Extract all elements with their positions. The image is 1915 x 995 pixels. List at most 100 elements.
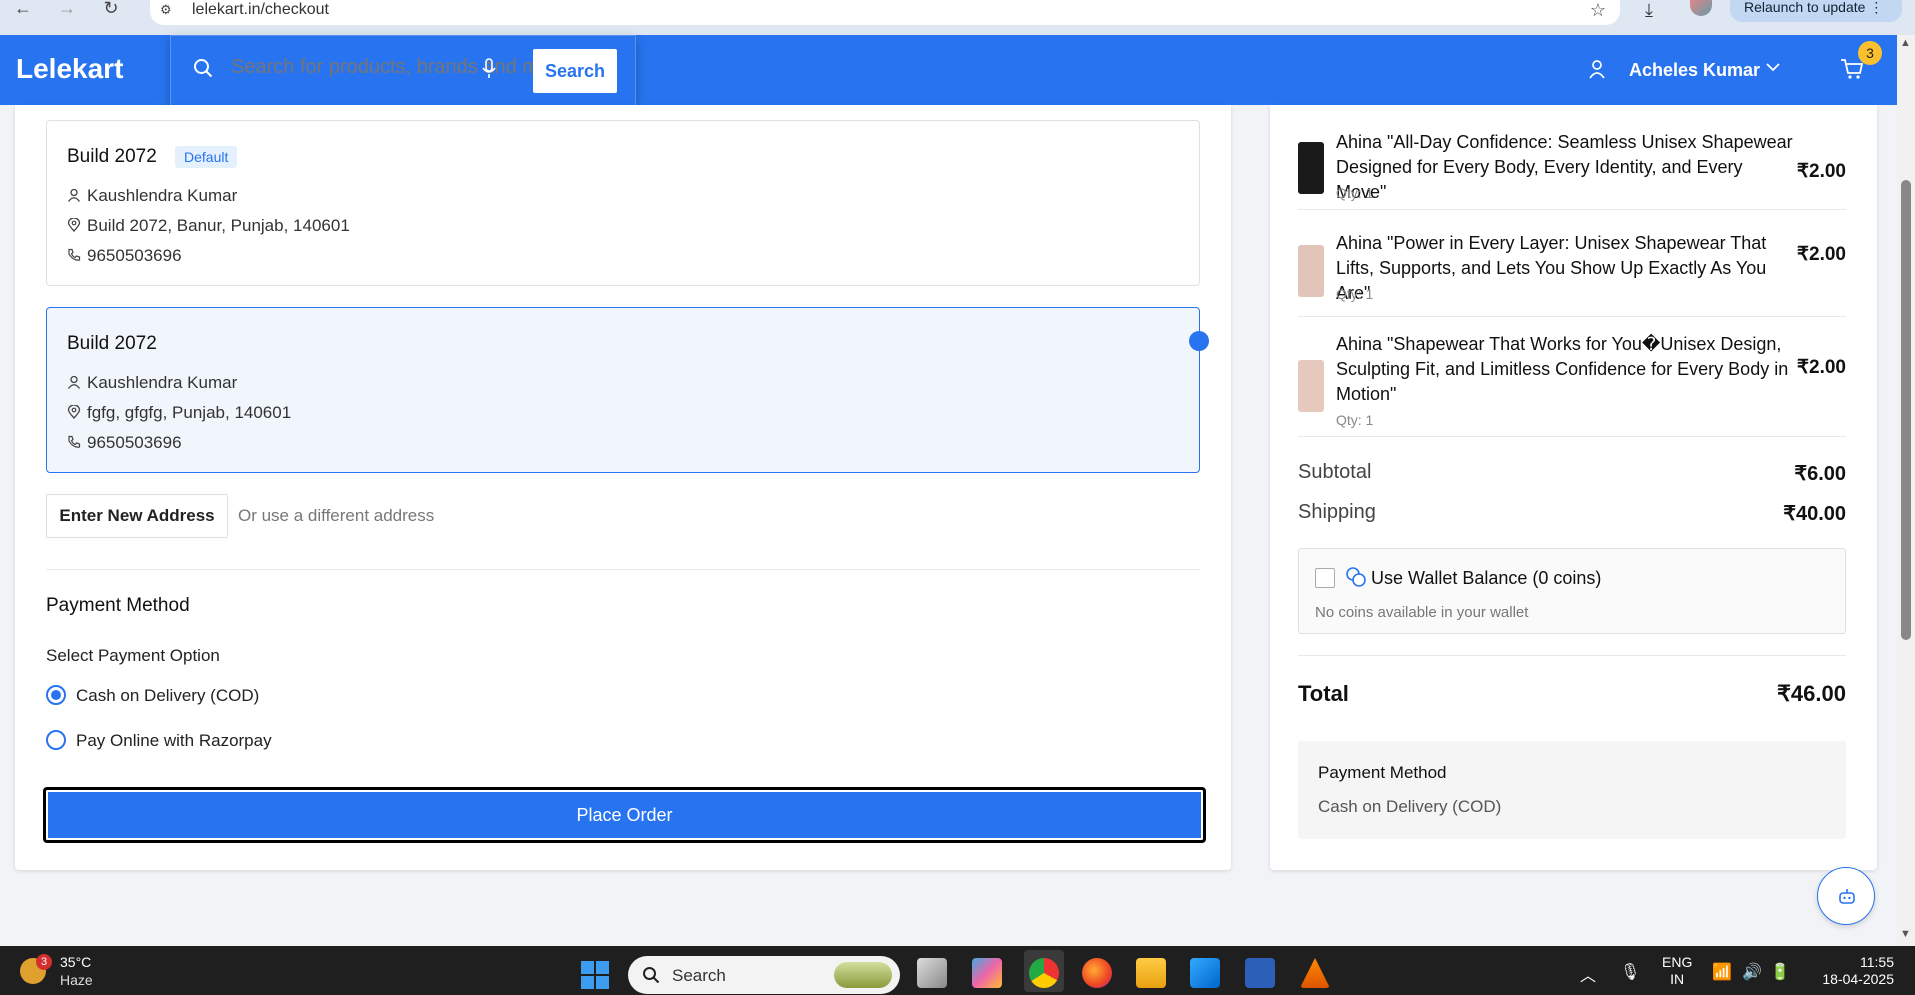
microphone-icon[interactable] xyxy=(482,58,496,80)
url-text[interactable]: lelekart.in/checkout xyxy=(192,1,329,19)
address-card[interactable]: Build 2072 Default Kaushlendra Kumar Bui… xyxy=(46,120,1200,286)
address-title: Build 2072 xyxy=(67,146,157,167)
volume-icon[interactable]: 🔊 xyxy=(1742,962,1762,982)
vlc-icon[interactable] xyxy=(1300,958,1330,988)
payment-method-heading: Payment Method xyxy=(46,595,190,616)
enter-new-address-button[interactable]: Enter New Address xyxy=(46,494,228,538)
robot-icon xyxy=(1839,889,1855,904)
reload-icon[interactable]: ↻ xyxy=(100,0,122,18)
order-summary-panel: Ahina "All-Day Confidence: Seamless Unis… xyxy=(1270,105,1877,870)
payment-option-label: Cash on Delivery (COD) xyxy=(76,686,260,705)
weather-widget[interactable]: 3 35°C Haze xyxy=(20,954,120,990)
checkout-panel: Build 2072 Default Kaushlendra Kumar Bui… xyxy=(15,105,1231,870)
place-order-button[interactable]: Place Order xyxy=(43,787,1206,843)
shipping-row: Shipping ₹40.00 xyxy=(1298,501,1846,525)
search-highlight-image xyxy=(834,962,892,988)
address-name: Kaushlendra Kumar xyxy=(87,186,238,205)
address-line-row: Build 2072, Banur, Punjab, 140601 xyxy=(67,216,350,236)
address-phone-row: 9650503696 xyxy=(67,433,182,453)
user-name: Acheles Kumar xyxy=(1629,60,1761,80)
phone-icon xyxy=(68,435,81,448)
default-badge: Default xyxy=(175,146,238,168)
profile-avatar[interactable] xyxy=(1690,0,1712,16)
site-logo[interactable]: Lelekart xyxy=(16,53,123,85)
address-line: fgfg, gfgfg, Punjab, 140601 xyxy=(87,403,292,422)
address-line: Build 2072, Banur, Punjab, 140601 xyxy=(87,216,350,235)
user-icon xyxy=(1589,60,1605,79)
total-value: ₹46.00 xyxy=(1776,681,1846,706)
product-qty: Qty: 1 xyxy=(1336,185,1374,201)
temperature: 35°C xyxy=(60,954,92,970)
relaunch-button[interactable]: Relaunch to update ⋮ xyxy=(1730,0,1902,22)
subtotal-label: Subtotal xyxy=(1298,461,1372,483)
total-divider xyxy=(1298,655,1846,656)
different-address-hint: Or use a different address xyxy=(238,506,435,525)
payment-option-label: Pay Online with Razorpay xyxy=(76,731,272,750)
battery-icon[interactable]: 🔋 xyxy=(1770,962,1790,982)
search-button[interactable]: Search xyxy=(533,49,617,93)
search-icon xyxy=(643,967,660,984)
copilot-icon[interactable] xyxy=(972,958,1002,988)
product-price: ₹2.00 xyxy=(1796,244,1846,265)
clock-time: 11:55 xyxy=(1860,954,1894,970)
address-name-row: Kaushlendra Kumar xyxy=(67,373,237,393)
scrollbar-thumb[interactable] xyxy=(1901,180,1911,640)
wallet-note: No coins available in your wallet xyxy=(1315,604,1529,621)
product-thumbnail xyxy=(1298,245,1324,297)
app-header: Lelekart Search Acheles Kumar 3 xyxy=(0,35,1897,107)
subtotal-value: ₹6.00 xyxy=(1794,463,1846,485)
show-hidden-icons-icon[interactable]: ︿ xyxy=(1580,962,1596,986)
download-icon[interactable]: ⤓ xyxy=(1645,0,1653,21)
taskbar-search[interactable]: Search xyxy=(628,956,900,994)
file-explorer-icon[interactable] xyxy=(1136,958,1166,988)
section-divider xyxy=(46,569,1200,570)
radio-button[interactable] xyxy=(46,730,66,750)
address-line-row: fgfg, gfgfg, Punjab, 140601 xyxy=(67,403,291,423)
site-settings-icon[interactable]: ⚙ xyxy=(160,2,172,18)
product-name: Ahina "Shapewear That Works for You�Unis… xyxy=(1336,334,1789,404)
language-indicator[interactable]: ENG IN xyxy=(1662,954,1692,988)
weather-badge: 3 xyxy=(36,954,52,970)
chrome-icon[interactable] xyxy=(1029,958,1059,988)
windows-taskbar: 3 35°C Haze Search ︿ 🎙 ENG IN 📶 🔊 🔋 11:5… xyxy=(0,946,1915,995)
wallet-box: Use Wallet Balance (0 coins) No coins av… xyxy=(1298,548,1846,634)
forward-icon[interactable]: → xyxy=(56,0,78,18)
system-clock[interactable]: 11:55 18-04-2025 xyxy=(1812,954,1894,988)
total-row: Total ₹46.00 xyxy=(1298,681,1846,707)
address-bar[interactable]: ⚙ lelekart.in/checkout ☆ xyxy=(150,0,1620,25)
wallet-checkbox[interactable] xyxy=(1315,568,1335,588)
address-title: Build 2072 xyxy=(67,333,157,354)
shipping-value: ₹40.00 xyxy=(1783,503,1846,525)
microphone-icon[interactable]: 🎙 xyxy=(1620,962,1640,982)
payment-method-summary-title: Payment Method xyxy=(1318,763,1447,782)
product-thumbnail xyxy=(1298,360,1324,412)
selected-radio[interactable] xyxy=(1189,331,1209,351)
scroll-up-icon[interactable]: ▲ xyxy=(1900,37,1911,49)
subtotal-row: Subtotal ₹6.00 xyxy=(1298,461,1846,485)
taskbar-search-label: Search xyxy=(672,966,726,985)
chatbot-button[interactable] xyxy=(1817,867,1875,925)
task-view-icon[interactable] xyxy=(917,958,947,988)
windows-start-icon[interactable] xyxy=(580,960,610,990)
address-name-row: Kaushlendra Kumar xyxy=(67,186,237,206)
address-card-selected[interactable]: Build 2072 Kaushlendra Kumar fgfg, gfgfg… xyxy=(46,307,1209,473)
page-scrollbar[interactable]: ▲ ▼ xyxy=(1897,35,1915,946)
language-code: ENG xyxy=(1662,954,1693,970)
bookmark-star-icon[interactable]: ☆ xyxy=(1590,0,1606,21)
total-label: Total xyxy=(1298,681,1349,706)
back-icon[interactable]: ← xyxy=(12,0,34,18)
address-phone: 9650503696 xyxy=(87,433,182,452)
payment-method-summary: Payment Method Cash on Delivery (COD) xyxy=(1298,741,1846,839)
radio-button-checked[interactable] xyxy=(46,685,66,705)
firefox-icon[interactable] xyxy=(1082,958,1112,988)
wallet-label[interactable]: Use Wallet Balance (0 coins) xyxy=(1371,568,1601,589)
shipping-label: Shipping xyxy=(1298,501,1376,523)
select-payment-label: Select Payment Option xyxy=(46,646,220,665)
search-bar: Search xyxy=(170,35,636,107)
wifi-icon[interactable]: 📶 xyxy=(1712,962,1732,982)
scroll-down-icon[interactable]: ▼ xyxy=(1900,928,1911,940)
word-icon[interactable] xyxy=(1245,958,1275,988)
product-name: Ahina "Power in Every Layer: Unisex Shap… xyxy=(1336,233,1767,303)
vscode-icon[interactable] xyxy=(1190,958,1220,988)
phone-icon xyxy=(68,248,81,261)
